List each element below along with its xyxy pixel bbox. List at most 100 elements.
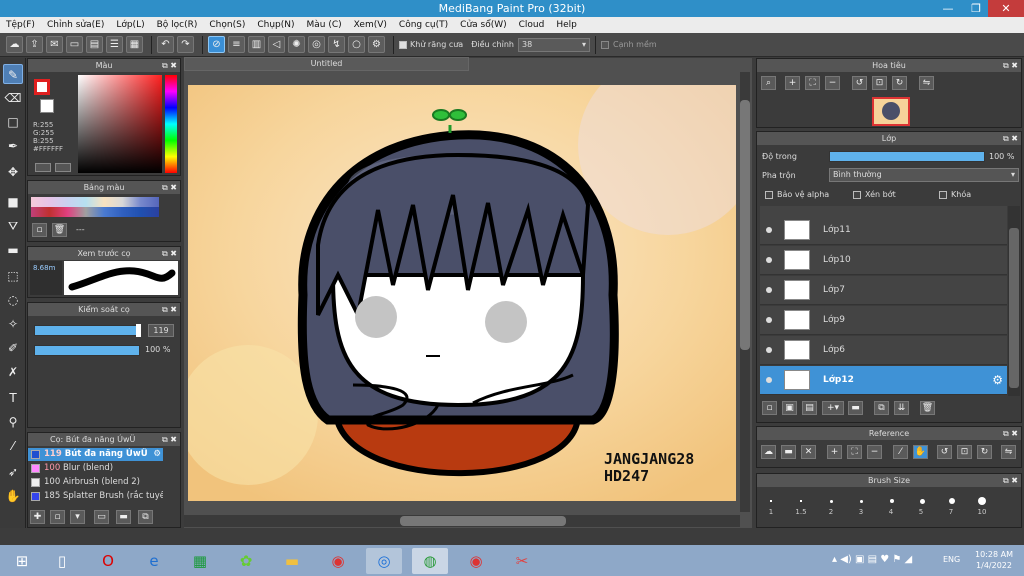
- brush-size-value[interactable]: 119: [148, 324, 174, 337]
- vanish-snap-icon[interactable]: ◁: [268, 36, 285, 53]
- language-indicator[interactable]: ENG: [943, 555, 960, 564]
- close-icon[interactable]: ✕: [801, 445, 816, 459]
- zoom-out-icon[interactable]: −: [867, 445, 882, 459]
- reset-rotation-icon[interactable]: ⊡: [872, 76, 887, 90]
- magic-wand-icon[interactable]: ✧: [3, 314, 23, 334]
- gradient-tool-icon[interactable]: ▬: [3, 240, 23, 260]
- menu-window[interactable]: Cửa sổ(W): [460, 20, 506, 30]
- brush-size-option[interactable]: 10: [972, 508, 992, 516]
- maximize-button[interactable]: ❐: [964, 0, 988, 17]
- start-icon[interactable]: ⊞: [4, 548, 40, 574]
- circle-snap-icon[interactable]: ◎: [308, 36, 325, 53]
- drawing-canvas[interactable]: JANGJANG28 HD247: [188, 85, 736, 501]
- ellipse-snap-icon[interactable]: ○: [348, 36, 365, 53]
- brush-opacity-slider[interactable]: [34, 345, 140, 356]
- foreground-color-swatch[interactable]: [34, 79, 50, 95]
- store-icon[interactable]: ▦: [182, 548, 218, 574]
- radial-snap-icon[interactable]: ✺: [288, 36, 305, 53]
- soft-edge-checkbox[interactable]: [600, 40, 609, 49]
- blend-mode-select[interactable]: Bình thường ▾: [829, 168, 1019, 182]
- app-icon[interactable]: ✿: [228, 548, 264, 574]
- duplicate-icon[interactable]: ⧉: [138, 510, 153, 524]
- brush-size-slider[interactable]: [34, 325, 140, 336]
- brush-size-option[interactable]: 5: [911, 508, 931, 516]
- internet-explorer-icon[interactable]: e: [136, 548, 172, 574]
- layer-row[interactable]: Lớp11: [760, 216, 1007, 245]
- duplicate-layer-icon[interactable]: ⧉: [874, 401, 889, 415]
- minimize-button[interactable]: —: [936, 0, 960, 17]
- opera-icon[interactable]: O: [90, 548, 126, 574]
- zoom-fit-icon[interactable]: ⌕: [761, 76, 776, 90]
- page-icon[interactable]: ▭: [66, 36, 83, 53]
- brush-size-option[interactable]: 1.5: [791, 508, 811, 516]
- flip-icon[interactable]: ⇋: [919, 76, 934, 90]
- brush-item[interactable]: 100 Airbrush (blend 2): [28, 476, 163, 489]
- brush-size-option[interactable]: 3: [851, 508, 871, 516]
- add-brush-icon[interactable]: ✚: [30, 510, 45, 524]
- folder-icon[interactable]: ▬: [781, 445, 796, 459]
- menu-tools[interactable]: Công cụ(T): [399, 20, 448, 30]
- share-icon[interactable]: ⇪: [26, 36, 43, 53]
- navigator-thumbnail[interactable]: [872, 97, 910, 126]
- color-option-button[interactable]: [55, 163, 71, 172]
- paint-icon[interactable]: ✂: [504, 548, 540, 574]
- new-halftone-layer-icon[interactable]: ▣: [782, 401, 797, 415]
- doc-icon[interactable]: ▤: [86, 36, 103, 53]
- brush-item[interactable]: 100 Blur (blend): [28, 462, 163, 475]
- lock-checkbox[interactable]: [939, 191, 947, 199]
- layer-row[interactable]: Lớp9: [760, 306, 1007, 335]
- menu-snap[interactable]: Chụp(N): [257, 20, 294, 30]
- panel-controls-icon[interactable]: ⧉ ✖: [1003, 427, 1018, 440]
- open-reference-icon[interactable]: ☁: [761, 445, 776, 459]
- clock[interactable]: 10:28 AM 1/4/2022: [968, 549, 1020, 571]
- visibility-icon[interactable]: [766, 347, 772, 353]
- text-tool-icon[interactable]: T: [3, 388, 23, 408]
- new-brush-icon[interactable]: ▫: [50, 510, 65, 524]
- vertical-scroll-thumb[interactable]: [740, 100, 750, 350]
- divide-tool-icon[interactable]: ⚲: [3, 412, 23, 432]
- flip-icon[interactable]: ⇋: [1001, 445, 1016, 459]
- brush-size-dot[interactable]: [830, 500, 833, 503]
- document-tab[interactable]: Untitled: [184, 57, 469, 71]
- rotate-left-icon[interactable]: ↺: [937, 445, 952, 459]
- snap-settings-icon[interactable]: ⚙: [368, 36, 385, 53]
- panel-controls-icon[interactable]: ⧉ ✖: [162, 433, 177, 446]
- panel-controls-icon[interactable]: ⧉ ✖: [1003, 474, 1018, 487]
- menu-color[interactable]: Màu (C): [307, 20, 342, 30]
- dot-tool-icon[interactable]: □: [3, 112, 23, 132]
- reset-rotation-icon[interactable]: ⊡: [957, 445, 972, 459]
- fit-window-icon[interactable]: ⛶: [847, 445, 862, 459]
- layers-scroll-thumb[interactable]: [1009, 228, 1019, 388]
- brush-size-dot[interactable]: [920, 499, 925, 504]
- file-explorer-icon[interactable]: ▬: [274, 548, 310, 574]
- clipping-checkbox[interactable]: [853, 191, 861, 199]
- close-button[interactable]: ✕: [988, 0, 1024, 17]
- eraser-tool-icon[interactable]: ⌫: [3, 88, 23, 108]
- brush-size-dot[interactable]: [860, 500, 863, 503]
- brush-size-dot[interactable]: [890, 499, 894, 503]
- grid-icon[interactable]: ▦: [126, 36, 143, 53]
- select-tool-icon[interactable]: ⬚: [3, 266, 23, 286]
- select-pen-icon[interactable]: ✐: [3, 338, 23, 358]
- tray-icons[interactable]: ▴ ◀) ▣ ▤ ♥ ⚑ ◢: [832, 554, 912, 565]
- gear-icon[interactable]: ⚙: [992, 373, 1003, 387]
- brush-item[interactable]: 119 Bút đa năng ÚwÜ ⚙: [28, 448, 163, 461]
- zoom-in-icon[interactable]: +: [827, 445, 842, 459]
- menu-layer[interactable]: Lớp(L): [116, 20, 144, 30]
- list-icon[interactable]: ☰: [106, 36, 123, 53]
- layer-row-partial[interactable]: [760, 206, 1007, 216]
- visibility-icon[interactable]: [766, 317, 772, 323]
- panel-controls-icon[interactable]: ⧉ ✖: [162, 303, 177, 316]
- file-icon[interactable]: ▯: [44, 548, 80, 574]
- menu-filter[interactable]: Bộ lọc(R): [157, 20, 198, 30]
- gear-icon[interactable]: ⚙: [153, 448, 161, 461]
- bucket-tool-icon[interactable]: ⛛: [3, 216, 23, 236]
- operation-tool-icon[interactable]: ➶: [3, 462, 23, 482]
- saturation-value-picker[interactable]: [78, 75, 162, 173]
- shape-fill-icon[interactable]: ■: [3, 192, 23, 212]
- brush-size-option[interactable]: 4: [881, 508, 901, 516]
- add-layer-menu-icon[interactable]: +▾: [822, 401, 844, 415]
- folder-icon[interactable]: ▬: [848, 401, 863, 415]
- cross-snap-icon[interactable]: ▥: [248, 36, 265, 53]
- panel-controls-icon[interactable]: ⧉ ✖: [1003, 132, 1018, 145]
